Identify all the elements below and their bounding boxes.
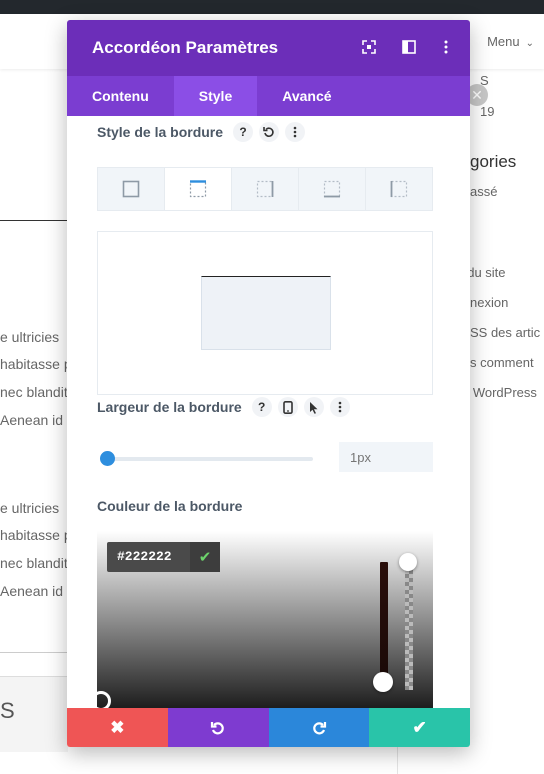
modal-body: Style de la bordure ? Largeur de la bord… <box>67 116 470 708</box>
border-side-selector <box>97 167 433 211</box>
content-text-line: Aenean id <box>0 583 64 599</box>
border-side-right[interactable] <box>232 168 299 210</box>
undo-button[interactable] <box>167 708 269 747</box>
save-button[interactable]: ✔ <box>369 708 470 747</box>
menu-link[interactable]: Menu ⌄ <box>487 34 534 49</box>
color-picker[interactable]: #222222 ✔ <box>91 531 433 708</box>
hue-slider-handle[interactable] <box>373 672 393 692</box>
border-width-label: Largeur de la bordure <box>97 399 242 415</box>
content-text-line: e ultricies <box>0 329 60 345</box>
footer-divider <box>0 652 68 653</box>
sidebar-text: 19 <box>480 104 495 119</box>
opacity-slider-handle[interactable] <box>399 553 417 571</box>
close-icon: ✖ <box>110 717 125 737</box>
redo-icon <box>313 721 326 734</box>
border-width-label-row: Largeur de la bordure ? <box>97 397 350 417</box>
content-divider <box>0 220 68 221</box>
hex-value[interactable]: #222222 <box>107 542 190 572</box>
fullscreen-icon[interactable] <box>362 40 376 54</box>
border-color-label-row: Couleur de la bordure <box>97 498 242 514</box>
help-icon[interactable]: ? <box>251 397 272 417</box>
sidebar-heading: gories <box>470 152 517 171</box>
modal-title: Accordéon Paramètres <box>92 38 279 57</box>
check-icon[interactable]: ✔ <box>190 542 220 572</box>
redo-button[interactable] <box>268 708 370 747</box>
border-style-label-row: Style de la bordure ? <box>97 122 306 142</box>
border-color-label: Couleur de la bordure <box>97 498 243 514</box>
hue-slider[interactable] <box>380 562 388 684</box>
border-width-input[interactable] <box>339 442 433 472</box>
border-width-slider-handle[interactable] <box>100 451 115 466</box>
settings-modal: Accordéon Paramètres Contenu Style Avanc… <box>67 20 470 747</box>
border-style-label: Style de la bordure <box>97 124 224 140</box>
menu-label: Menu <box>487 34 520 49</box>
border-preview-box <box>201 276 331 350</box>
more-options-icon[interactable] <box>439 40 453 54</box>
sidebar-text: assé <box>470 184 498 199</box>
border-side-all[interactable] <box>98 168 165 210</box>
border-side-top[interactable] <box>165 168 232 210</box>
tab-style[interactable]: Style <box>173 76 258 116</box>
split-view-icon[interactable] <box>402 40 416 54</box>
content-text-line: e ultricies <box>0 500 60 516</box>
border-preview <box>97 231 433 395</box>
border-side-bottom[interactable] <box>299 168 366 210</box>
reset-icon[interactable] <box>259 122 280 142</box>
sidebar-link[interactable]: s comment <box>470 355 534 370</box>
opacity-slider[interactable] <box>405 562 413 690</box>
tab-advanced[interactable]: Avancé <box>257 76 356 116</box>
sidebar-link[interactable]: e WordPress <box>462 385 537 400</box>
footer-text: S <box>0 698 15 723</box>
sidebar-link[interactable]: SS des artic <box>470 325 540 340</box>
tab-content[interactable]: Contenu <box>67 76 174 116</box>
modal-tabs: Contenu Style Avancé <box>67 76 470 116</box>
responsive-phone-icon[interactable] <box>277 397 298 417</box>
sidebar-link[interactable]: nexion <box>470 295 508 310</box>
modal-header: Accordéon Paramètres <box>67 20 470 76</box>
content-text-line: habitasse p <box>0 527 72 543</box>
content-text-line: habitasse p <box>0 356 72 372</box>
help-icon[interactable]: ? <box>233 122 254 142</box>
chevron-down-icon: ⌄ <box>525 38 534 49</box>
more-options-icon[interactable] <box>285 122 306 142</box>
undo-icon <box>211 721 224 734</box>
modal-footer: ✖ ✔ <box>67 708 470 747</box>
border-width-slider-track[interactable] <box>103 457 313 461</box>
admin-bar <box>0 0 544 14</box>
cancel-button[interactable]: ✖ <box>67 708 168 747</box>
color-field-handle[interactable] <box>91 691 111 708</box>
content-text-line: nec blandit <box>0 384 68 400</box>
check-icon: ✔ <box>412 717 427 737</box>
border-side-left[interactable] <box>366 168 432 210</box>
more-options-icon[interactable] <box>329 397 350 417</box>
hex-badge: #222222 ✔ <box>107 542 220 572</box>
content-text-line: nec blandit <box>0 555 68 571</box>
content-text-line: Aenean id <box>0 412 64 428</box>
hover-cursor-icon[interactable] <box>303 397 324 417</box>
